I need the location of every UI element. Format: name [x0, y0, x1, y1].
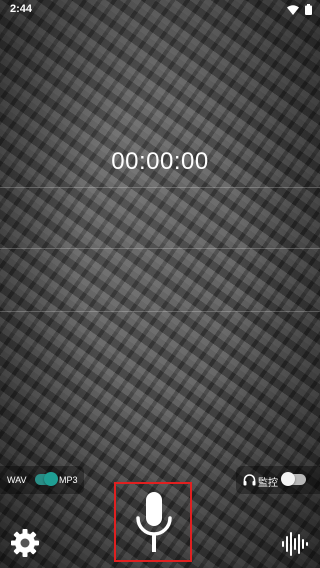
battery-icon: [305, 4, 312, 15]
settings-icon[interactable]: [10, 528, 40, 558]
status-bar: 2:44: [0, 0, 320, 20]
monitor-switch-knob[interactable]: [281, 472, 295, 486]
format-label-wav: WAV: [7, 475, 27, 485]
status-icons: [287, 4, 312, 15]
format-switch-knob[interactable]: [44, 472, 58, 486]
record-button[interactable]: [114, 482, 192, 562]
microphone-icon: [136, 492, 172, 552]
recording-timer: 00:00:00: [111, 148, 209, 175]
wifi-icon: [287, 4, 299, 15]
grid-line: [0, 248, 320, 249]
headphones-icon: [243, 474, 256, 486]
status-time: 2:44: [10, 3, 33, 15]
grid-line: [0, 187, 320, 188]
monitor-label: 監控: [258, 478, 278, 489]
monitor-toggle[interactable]: 監控: [236, 466, 320, 494]
format-toggle[interactable]: WAV MP3: [0, 466, 84, 494]
grid-line: [0, 311, 320, 312]
format-label-mp3: MP3: [59, 475, 78, 485]
recorder-screen: 2:44 00:00:00 WAV MP3 監控: [0, 0, 320, 568]
waveform-icon[interactable]: [281, 530, 309, 558]
